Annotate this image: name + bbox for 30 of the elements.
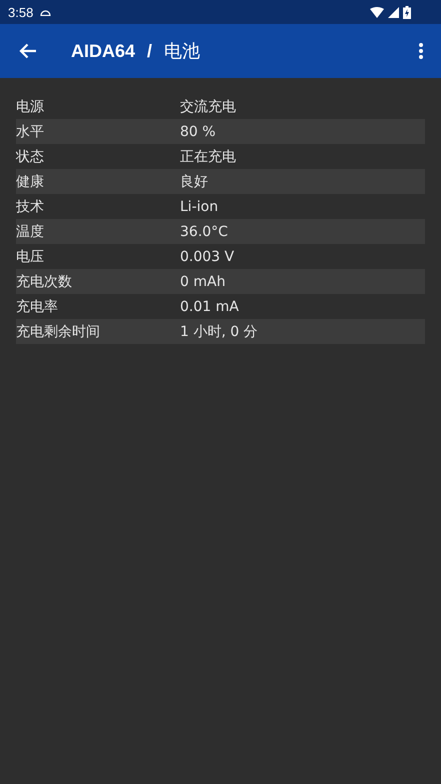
property-label: 水平 [16, 122, 45, 140]
property-label: 电压 [16, 248, 45, 266]
property-value: 36.0°C [180, 224, 228, 240]
property-value: 80 % [180, 124, 216, 140]
property-label: 温度 [16, 222, 45, 240]
property-label: 充电剩余时间 [16, 322, 101, 340]
page-title: 电池 [164, 40, 200, 63]
signal-icon [388, 6, 399, 18]
property-label: 充电次数 [16, 272, 73, 290]
cloud-icon [40, 8, 52, 16]
property-value: Li-ion [180, 198, 218, 214]
property-value: 0.01 mA [180, 298, 239, 314]
property-value: 良好 [180, 172, 208, 190]
breadcrumb-separator: / [147, 40, 152, 62]
app-title: AIDA64 [71, 40, 136, 62]
property-label: 状态 [16, 148, 45, 166]
status-time: 3:58 [8, 4, 34, 20]
property-label: 充电率 [16, 298, 59, 316]
property-label: 健康 [16, 172, 45, 190]
battery-charging-icon [403, 6, 411, 18]
property-label: 电源 [16, 98, 45, 116]
more-options-icon[interactable] [419, 43, 423, 59]
property-value: 交流充电 [180, 98, 236, 116]
property-label: 技术 [16, 198, 45, 216]
back-arrow-icon[interactable] [19, 43, 37, 59]
property-value: 正在充电 [180, 148, 236, 166]
property-value: 0 mAh [180, 274, 226, 290]
property-value: 1 小时, 0 分 [180, 322, 258, 340]
property-value: 0.003 V [180, 248, 234, 264]
wifi-icon [370, 6, 384, 18]
